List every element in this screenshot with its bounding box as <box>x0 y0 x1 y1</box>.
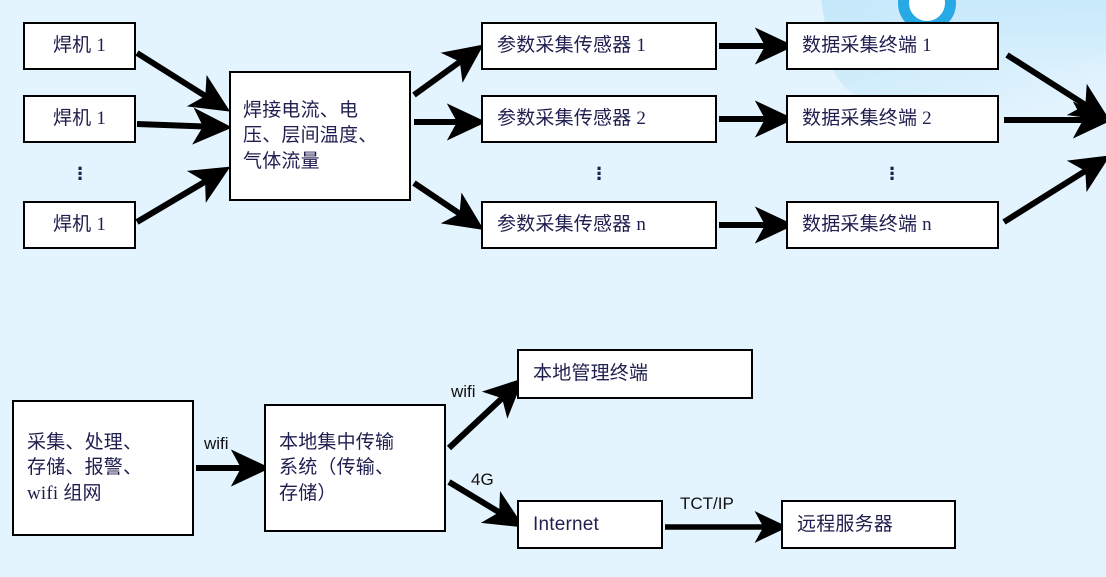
node-transmission-system[interactable]: 本地集中传输 系统（传输、 存储） <box>264 404 446 532</box>
edge-aggregator-to-sensor1 <box>412 44 484 98</box>
edge-label-internet-to-remote-server: TCT/IP <box>680 494 734 513</box>
node-remote-server[interactable]: 远程服务器 <box>781 500 956 549</box>
node-local-management-terminal[interactable]: 本地管理终端 <box>517 349 753 399</box>
node-sensor-1[interactable]: 参数采集传感器 1 <box>481 22 717 70</box>
sensor-column-ellipsis: ... <box>595 150 603 185</box>
diagram-canvas: 焊机 1 焊机 1 ... 焊机 1 焊接电流、电 压、层间温度、 气体流量 参… <box>0 0 1106 577</box>
terminal-column-ellipsis: ... <box>888 150 896 185</box>
node-terminal-3-label: 数据采集终端 n <box>802 214 932 236</box>
node-sensor-2[interactable]: 参数采集传感器 2 <box>481 95 717 143</box>
node-sensor-1-label: 参数采集传感器 1 <box>497 35 647 57</box>
node-aggregator[interactable]: 焊接电流、电 压、层间温度、 气体流量 <box>229 71 411 201</box>
node-transmission-system-label: 本地集中传输 系统（传输、 存储） <box>279 431 395 504</box>
node-sensor-3[interactable]: 参数采集传感器 n <box>481 201 717 249</box>
node-collector[interactable]: 采集、处理、 存储、报警、 wifi 组网 <box>12 400 194 536</box>
node-terminal-3[interactable]: 数据采集终端 n <box>786 201 999 249</box>
edge-label-transmission-to-local-terminal: wifi <box>451 382 476 401</box>
edge-welder2-to-aggregator <box>136 107 233 145</box>
node-collector-label: 采集、处理、 存储、报警、 wifi 组网 <box>27 431 143 504</box>
node-welder-3[interactable]: 焊机 1 <box>23 201 136 249</box>
node-terminal-2[interactable]: 数据采集终端 2 <box>786 95 999 143</box>
node-internet[interactable]: Internet <box>517 500 663 549</box>
edge-label-transmission-to-internet: 4G <box>471 470 494 489</box>
node-welder-3-label: 焊机 1 <box>52 214 107 236</box>
node-internet-label: Internet <box>533 513 600 535</box>
node-terminal-1[interactable]: 数据采集终端 1 <box>786 22 999 70</box>
node-aggregator-label: 焊接电流、电 压、层间温度、 气体流量 <box>243 99 378 172</box>
node-welder-1[interactable]: 焊机 1 <box>23 22 136 70</box>
edge-welder3-to-aggregator <box>135 166 231 225</box>
node-sensor-2-label: 参数采集传感器 2 <box>497 108 647 130</box>
node-sensor-3-label: 参数采集传感器 n <box>497 214 647 236</box>
edge-label-collector-to-transmission: wifi <box>204 434 229 453</box>
edge-terminal3-to-right <box>1002 155 1106 225</box>
node-terminal-2-label: 数据采集终端 2 <box>802 108 932 130</box>
edge-welder1-to-aggregator <box>135 50 231 112</box>
edge-aggregator-to-sensor3 <box>412 180 484 231</box>
node-welder-1-label: 焊机 1 <box>52 35 107 57</box>
node-welder-2[interactable]: 焊机 1 <box>23 95 136 143</box>
node-remote-server-label: 远程服务器 <box>797 513 894 535</box>
edge-terminal1-to-right <box>1005 52 1106 121</box>
node-welder-2-label: 焊机 1 <box>52 108 107 130</box>
welder-column-ellipsis: ... <box>76 150 84 185</box>
node-local-management-terminal-label: 本地管理终端 <box>533 363 649 385</box>
node-terminal-1-label: 数据采集终端 1 <box>802 35 932 57</box>
